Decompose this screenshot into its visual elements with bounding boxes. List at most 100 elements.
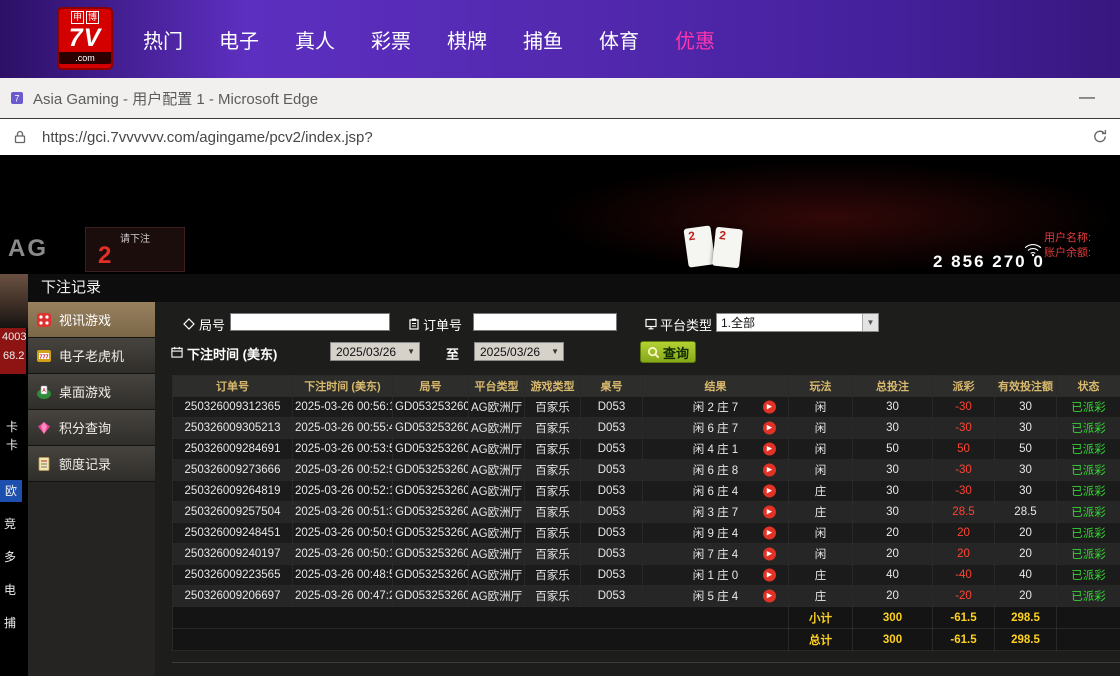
replay-icon[interactable]: ▶ [763, 506, 776, 519]
nav-item[interactable]: 优惠 [675, 25, 715, 54]
search-icon [647, 346, 660, 359]
cell: 百家乐 [525, 481, 581, 502]
cell: 30 [853, 418, 933, 439]
result-text: 闲 6 庄 4 [693, 486, 738, 498]
date-from-picker[interactable]: 2025/03/26 ▼ [330, 342, 420, 361]
slot-icon: 777 [36, 348, 52, 364]
cell: D053 [581, 439, 643, 460]
replay-icon[interactable]: ▶ [763, 485, 776, 498]
round-label: 局号 [199, 315, 225, 334]
nav-item[interactable]: 真人 [295, 25, 335, 54]
replay-icon[interactable]: ▶ [763, 548, 776, 561]
cell: AG欧洲厅 [469, 439, 525, 460]
window-title: Asia Gaming - 用户配置 1 - Microsoft Edge [33, 88, 318, 109]
table-row: 2503260092401972025-03-26 00:50:14GD0532… [173, 544, 1120, 565]
cell: AG欧洲厅 [469, 523, 525, 544]
cell: 20 [933, 523, 995, 544]
result-text: 闲 9 庄 4 [693, 528, 738, 540]
cell: 闲 [789, 523, 853, 544]
cell: 250326009273666 [173, 460, 293, 481]
replay-icon[interactable]: ▶ [763, 422, 776, 435]
dropdown-arrow-icon: ▼ [551, 347, 563, 356]
empty-cell [173, 629, 789, 651]
betting-records-panel: 下注记录 视讯游戏777电子老虎机A桌面游戏积分查询额度记录 局号 订单号 [28, 274, 1120, 676]
sidebar-item[interactable]: 额度记录 [28, 446, 155, 482]
column-header: 玩法 [789, 376, 853, 397]
panel-body: 视讯游戏777电子老虎机A桌面游戏积分查询额度记录 局号 订单号 [28, 302, 1120, 676]
column-header: 局号 [393, 376, 469, 397]
nav-item[interactable]: 热门 [143, 25, 183, 54]
cell: 20 [853, 586, 933, 607]
nav-item[interactable]: 彩票 [371, 25, 411, 54]
result-text: 闲 2 庄 7 [693, 402, 738, 414]
cell: AG欧洲厅 [469, 502, 525, 523]
cell: 庄 [789, 565, 853, 586]
replay-icon[interactable]: ▶ [763, 443, 776, 456]
cell: 50 [933, 439, 995, 460]
replay-icon[interactable]: ▶ [763, 401, 776, 414]
total-payout: -61.5 [933, 629, 995, 651]
cell: 2025-03-26 00:47:24 [293, 586, 393, 607]
nav-item[interactable]: 电子 [219, 25, 259, 54]
replay-icon[interactable]: ▶ [763, 464, 776, 477]
dropdown-arrow-icon: ▼ [407, 347, 419, 356]
subtotal-label: 小计 [789, 607, 853, 629]
search-button[interactable]: 查询 [640, 341, 696, 363]
cell: -30 [933, 418, 995, 439]
cell: 已派彩 [1057, 544, 1120, 565]
nav-item[interactable]: 棋牌 [447, 25, 487, 54]
order-icon [408, 318, 420, 330]
bg-text-fragment: 竞 [4, 515, 16, 532]
sidebar-item[interactable]: 777电子老虎机 [28, 338, 155, 374]
cell: 百家乐 [525, 418, 581, 439]
sidebar-item[interactable]: 视讯游戏 [28, 302, 155, 338]
cell: 2025-03-26 00:50:14 [293, 544, 393, 565]
cell: 庄 [789, 481, 853, 502]
playing-card: 2 [683, 225, 715, 267]
sidebar-item[interactable]: A桌面游戏 [28, 374, 155, 410]
cell: D053 [581, 460, 643, 481]
cell: 28.5 [995, 502, 1057, 523]
result-cell: 闲 9 庄 4 ▶ [643, 523, 789, 544]
replay-icon[interactable]: ▶ [763, 569, 776, 582]
cell: 2025-03-26 00:50:56 [293, 523, 393, 544]
account-name-label: 用户名称: [1044, 229, 1091, 245]
site-logo[interactable]: 申 博 7V .com [57, 7, 113, 70]
minimize-button[interactable]: — [1064, 89, 1110, 107]
sidebar-item[interactable]: 积分查询 [28, 410, 155, 446]
dealer-photo [0, 274, 28, 328]
cell: 已派彩 [1057, 523, 1120, 544]
result-text: 闲 3 庄 7 [693, 507, 738, 519]
replay-icon[interactable]: ▶ [763, 527, 776, 540]
cell: AG欧洲厅 [469, 544, 525, 565]
date-from-value: 2025/03/26 [331, 345, 407, 359]
column-header: 下注时间 (美东) [293, 376, 393, 397]
cell: 20 [995, 586, 1057, 607]
nav-item[interactable]: 捕鱼 [523, 25, 563, 54]
search-button-label: 查询 [663, 343, 689, 362]
cell: 庄 [789, 502, 853, 523]
svg-text:7: 7 [14, 94, 19, 104]
cell: 2025-03-26 00:55:41 [293, 418, 393, 439]
nav-item[interactable]: 体育 [599, 25, 639, 54]
lock-icon [12, 129, 28, 145]
platform-select[interactable]: 1.全部 ▼ [716, 313, 879, 332]
cell: D053 [581, 502, 643, 523]
refresh-icon[interactable] [1090, 128, 1108, 146]
cell: 百家乐 [525, 397, 581, 418]
screen: 申 博 7V .com 热门 电子 真人 彩票 棋牌 捕鱼 体育 优惠 7 Asia Gami… [0, 0, 1120, 676]
result-cell: 闲 1 庄 0▶ [643, 565, 789, 586]
result-cell: 闲 3 庄 7 ▶ [643, 502, 789, 523]
round-input[interactable] [230, 313, 390, 331]
table-header-row: 订单号下注时间 (美东)局号平台类型游戏类型桌号结果玩法总投注派彩有效投注额状态 [173, 376, 1120, 397]
subtotal-bet: 300 [853, 607, 933, 629]
order-input[interactable] [473, 313, 617, 331]
url-text[interactable]: https://gci.7vvvvvv.com/agingame/pcv2/in… [42, 129, 373, 146]
date-to-picker[interactable]: 2025/03/26 ▼ [474, 342, 564, 361]
replay-icon[interactable]: ▶ [763, 590, 776, 603]
subtotal-valid: 298.5 [995, 607, 1057, 629]
cell: 250326009248451 [173, 523, 293, 544]
date-to-value: 2025/03/26 [475, 345, 551, 359]
cell: 30 [995, 418, 1057, 439]
cell: 2025-03-26 00:51:37 [293, 502, 393, 523]
